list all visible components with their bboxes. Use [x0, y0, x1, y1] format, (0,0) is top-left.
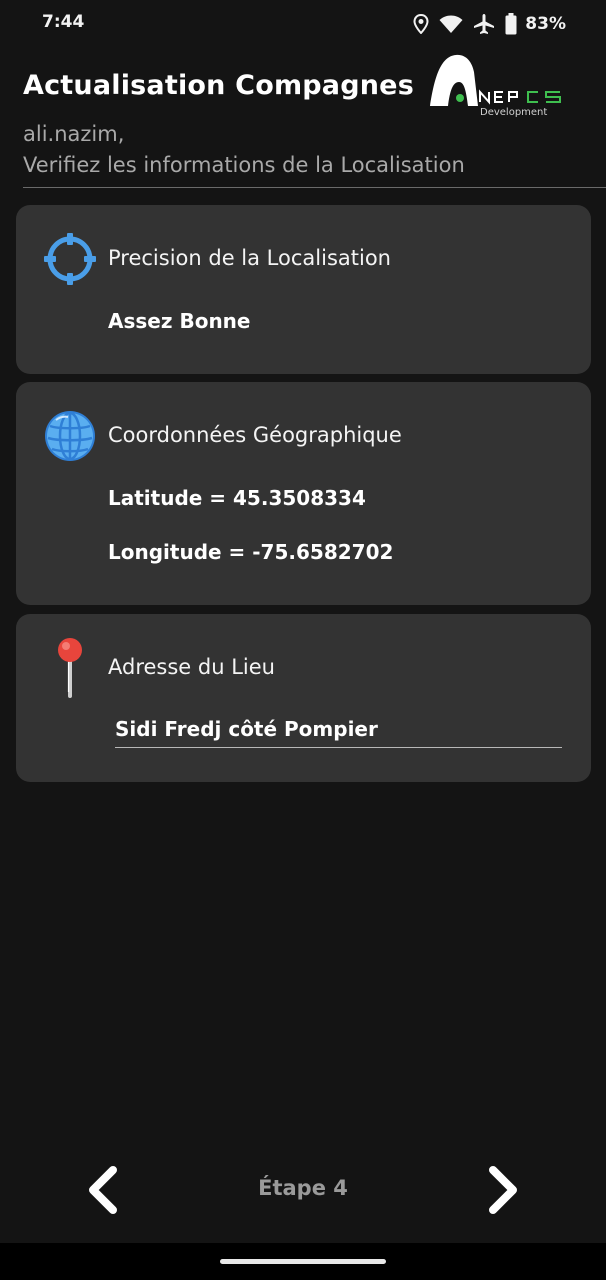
battery-icon — [505, 13, 517, 35]
coordinates-label: Coordonnées Géographique — [108, 423, 402, 447]
precision-label: Precision de la Localisation — [108, 246, 391, 270]
wifi-icon — [439, 14, 463, 34]
precision-value: Assez Bonne — [108, 309, 251, 333]
coordinates-card: Coordonnées Géographique Latitude = 45.3… — [16, 382, 591, 605]
screen: 7:44 83% Actualisation Compagnes Develop… — [0, 0, 606, 1280]
username: ali.nazim, — [23, 122, 125, 146]
precision-card: Precision de la Localisation Assez Bonne — [16, 205, 591, 374]
status-icons: 83% — [413, 10, 566, 38]
header-divider — [23, 187, 606, 188]
latitude-value: Latitude = 45.3508334 — [108, 486, 366, 510]
address-input[interactable]: Sidi Fredj côté Pompier — [115, 714, 562, 748]
pin-icon — [42, 636, 98, 698]
longitude-value: Longitude = -75.6582702 — [108, 540, 394, 564]
crosshair-icon — [42, 231, 98, 287]
page-title: Actualisation Compagnes — [23, 70, 414, 101]
status-time: 7:44 — [42, 12, 85, 32]
airplane-icon — [473, 13, 495, 35]
instruction-text: Verifiez les informations de la Localisa… — [23, 153, 465, 177]
chevron-right-icon — [489, 1166, 517, 1214]
status-bar: 7:44 83% — [0, 0, 606, 48]
address-label: Adresse du Lieu — [108, 655, 275, 679]
battery-percent: 83% — [525, 14, 566, 34]
globe-icon — [42, 408, 98, 464]
home-gesture-handle[interactable] — [220, 1259, 386, 1264]
logo-subtext: Development — [480, 107, 548, 118]
address-card: Adresse du Lieu Sidi Fredj côté Pompier — [16, 614, 591, 782]
next-step-button[interactable] — [480, 1160, 528, 1220]
address-value: Sidi Fredj côté Pompier — [115, 717, 378, 741]
location-icon — [413, 14, 429, 34]
company-logo: Development — [426, 52, 586, 122]
